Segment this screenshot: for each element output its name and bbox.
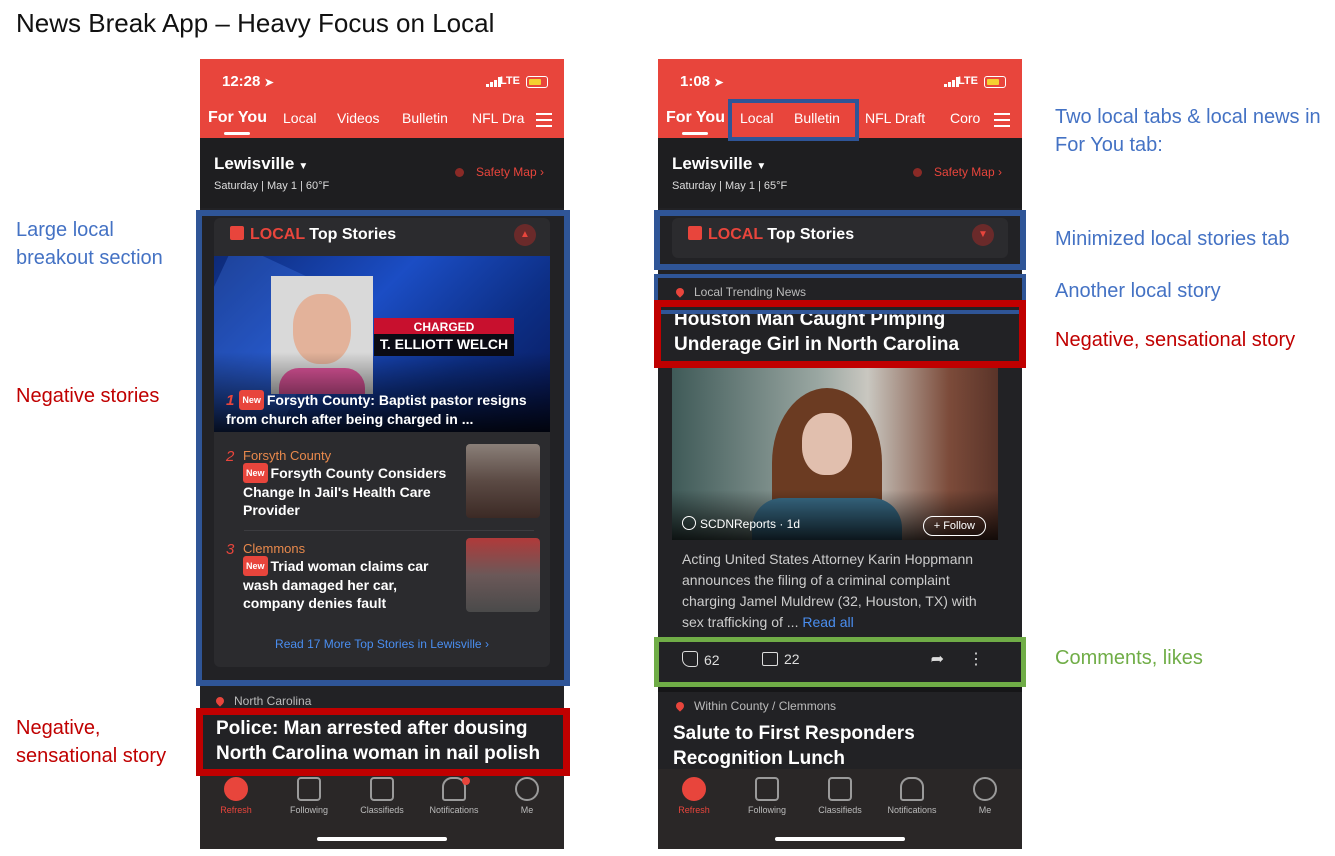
safety-map-link[interactable]: Safety Map › bbox=[912, 165, 1002, 179]
status-bar: 1:08 ➤ LTE bbox=[658, 59, 1022, 104]
location-pin-icon bbox=[674, 700, 686, 712]
follow-button[interactable]: + Follow bbox=[922, 516, 986, 536]
highlight-minimized-tab bbox=[654, 210, 1026, 270]
slide-title: News Break App – Heavy Focus on Local bbox=[16, 8, 495, 38]
plus-box-icon bbox=[755, 777, 779, 801]
status-time: 1:08 ➤ bbox=[680, 73, 724, 90]
highlight-local-breakout bbox=[196, 210, 570, 686]
location-header: Lewisville ▼ Saturday | May 1 | 65°F Safe… bbox=[658, 138, 1022, 208]
tab-nfl-draft[interactable]: NFL Draft bbox=[865, 110, 925, 126]
grid-search-icon bbox=[370, 777, 394, 801]
chevron-down-icon: ▼ bbox=[298, 161, 309, 172]
story-title[interactable]: Salute to First Responders Recognition L… bbox=[673, 721, 1009, 771]
highlight-local-tabs bbox=[728, 99, 859, 141]
annotation-minimized-tab: Minimized local stories tab bbox=[1055, 228, 1290, 250]
category-tabs: For You Local Videos Bulletin NFL Dra bbox=[200, 104, 564, 138]
annotation-large-local: Large local breakout section bbox=[16, 219, 163, 269]
annotation-another-local: Another local story bbox=[1055, 280, 1221, 302]
network-label: LTE bbox=[500, 75, 520, 87]
map-dot-icon bbox=[912, 168, 922, 177]
bell-icon bbox=[900, 777, 924, 801]
story-image[interactable]: SCDNReports · 1d + Follow bbox=[672, 368, 998, 540]
story-tag: Within County / Clemmons bbox=[674, 699, 836, 713]
bottom-nav: Refresh Following Classifieds Notificati… bbox=[200, 769, 564, 849]
status-time: 12:28 ➤ bbox=[222, 73, 274, 90]
home-indicator bbox=[317, 837, 447, 841]
refresh-icon bbox=[682, 777, 706, 801]
story-tag: North Carolina bbox=[214, 694, 311, 708]
network-label: LTE bbox=[958, 75, 978, 87]
nav-notifications[interactable]: Notifications bbox=[418, 777, 490, 815]
read-all-link[interactable]: Read all bbox=[802, 614, 853, 630]
date-weather: Saturday | May 1 | 60°F bbox=[214, 180, 330, 192]
home-indicator bbox=[775, 837, 905, 841]
tab-for-you[interactable]: For You bbox=[208, 109, 267, 135]
story-summary: Acting United States Attorney Karin Hopp… bbox=[682, 551, 977, 630]
location-selector[interactable]: Lewisville ▼ bbox=[672, 154, 766, 174]
map-dot-icon bbox=[454, 168, 464, 177]
notification-badge bbox=[462, 777, 470, 785]
source-logo-icon bbox=[682, 516, 696, 530]
bottom-nav: Refresh Following Classifieds Notificati… bbox=[658, 769, 1022, 849]
annotation-negative-stories: Negative stories bbox=[16, 385, 160, 407]
tab-coronavirus[interactable]: Coro bbox=[950, 110, 986, 126]
location-header: Lewisville ▼ Saturday | May 1 | 60°F Safe… bbox=[200, 138, 564, 208]
tab-local[interactable]: Local bbox=[283, 110, 316, 126]
tab-bulletin[interactable]: Bulletin bbox=[402, 110, 448, 126]
date-weather: Saturday | May 1 | 65°F bbox=[672, 180, 788, 192]
annotation-sensational-right: Negative, sensational story bbox=[1055, 329, 1296, 351]
annotation-comments-likes: Comments, likes bbox=[1055, 647, 1203, 669]
nav-following[interactable]: Following bbox=[731, 777, 803, 815]
annotation-sensational-left: Negative, sensational story bbox=[16, 717, 167, 767]
status-bar: 12:28 ➤ LTE bbox=[200, 59, 564, 104]
person-icon bbox=[515, 777, 539, 801]
tab-videos[interactable]: Videos bbox=[337, 110, 380, 126]
highlight-comments-likes bbox=[654, 637, 1026, 687]
nav-refresh[interactable]: Refresh bbox=[658, 777, 730, 815]
battery-icon bbox=[526, 76, 548, 88]
battery-icon bbox=[984, 76, 1006, 88]
hamburger-menu-icon[interactable] bbox=[994, 113, 1010, 127]
location-pin-icon bbox=[214, 695, 226, 707]
highlight-sensational-right bbox=[654, 300, 1026, 368]
nav-me[interactable]: Me bbox=[491, 777, 563, 815]
nav-following[interactable]: Following bbox=[273, 777, 345, 815]
safety-map-link[interactable]: Safety Map › bbox=[454, 165, 544, 179]
story-source[interactable]: SCDNReports · 1d bbox=[682, 516, 800, 531]
refresh-icon bbox=[224, 777, 248, 801]
nav-classifieds[interactable]: Classifieds bbox=[804, 777, 876, 815]
nav-notifications[interactable]: Notifications bbox=[876, 777, 948, 815]
grid-search-icon bbox=[828, 777, 852, 801]
hamburger-menu-icon[interactable] bbox=[536, 113, 552, 127]
annotation-two-local-tabs: Two local tabs & local news in For You t… bbox=[1055, 106, 1321, 156]
chevron-down-icon: ▼ bbox=[756, 161, 767, 172]
tab-nfl-draft[interactable]: NFL Dra bbox=[472, 110, 526, 126]
location-selector[interactable]: Lewisville ▼ bbox=[214, 154, 308, 174]
plus-box-icon bbox=[297, 777, 321, 801]
hero-story-title: 1 New Forsyth County: Baptist pastor resig… bbox=[226, 390, 527, 427]
tab-for-you[interactable]: For You bbox=[666, 109, 725, 135]
highlight-sensational-left bbox=[196, 708, 570, 776]
nav-classifieds[interactable]: Classifieds bbox=[346, 777, 418, 815]
nav-refresh[interactable]: Refresh bbox=[200, 777, 272, 815]
person-icon bbox=[973, 777, 997, 801]
nav-me[interactable]: Me bbox=[949, 777, 1021, 815]
phone-screen-right: 1:08 ➤ LTE For You Local Bulletin NFL Dr… bbox=[658, 59, 1022, 849]
